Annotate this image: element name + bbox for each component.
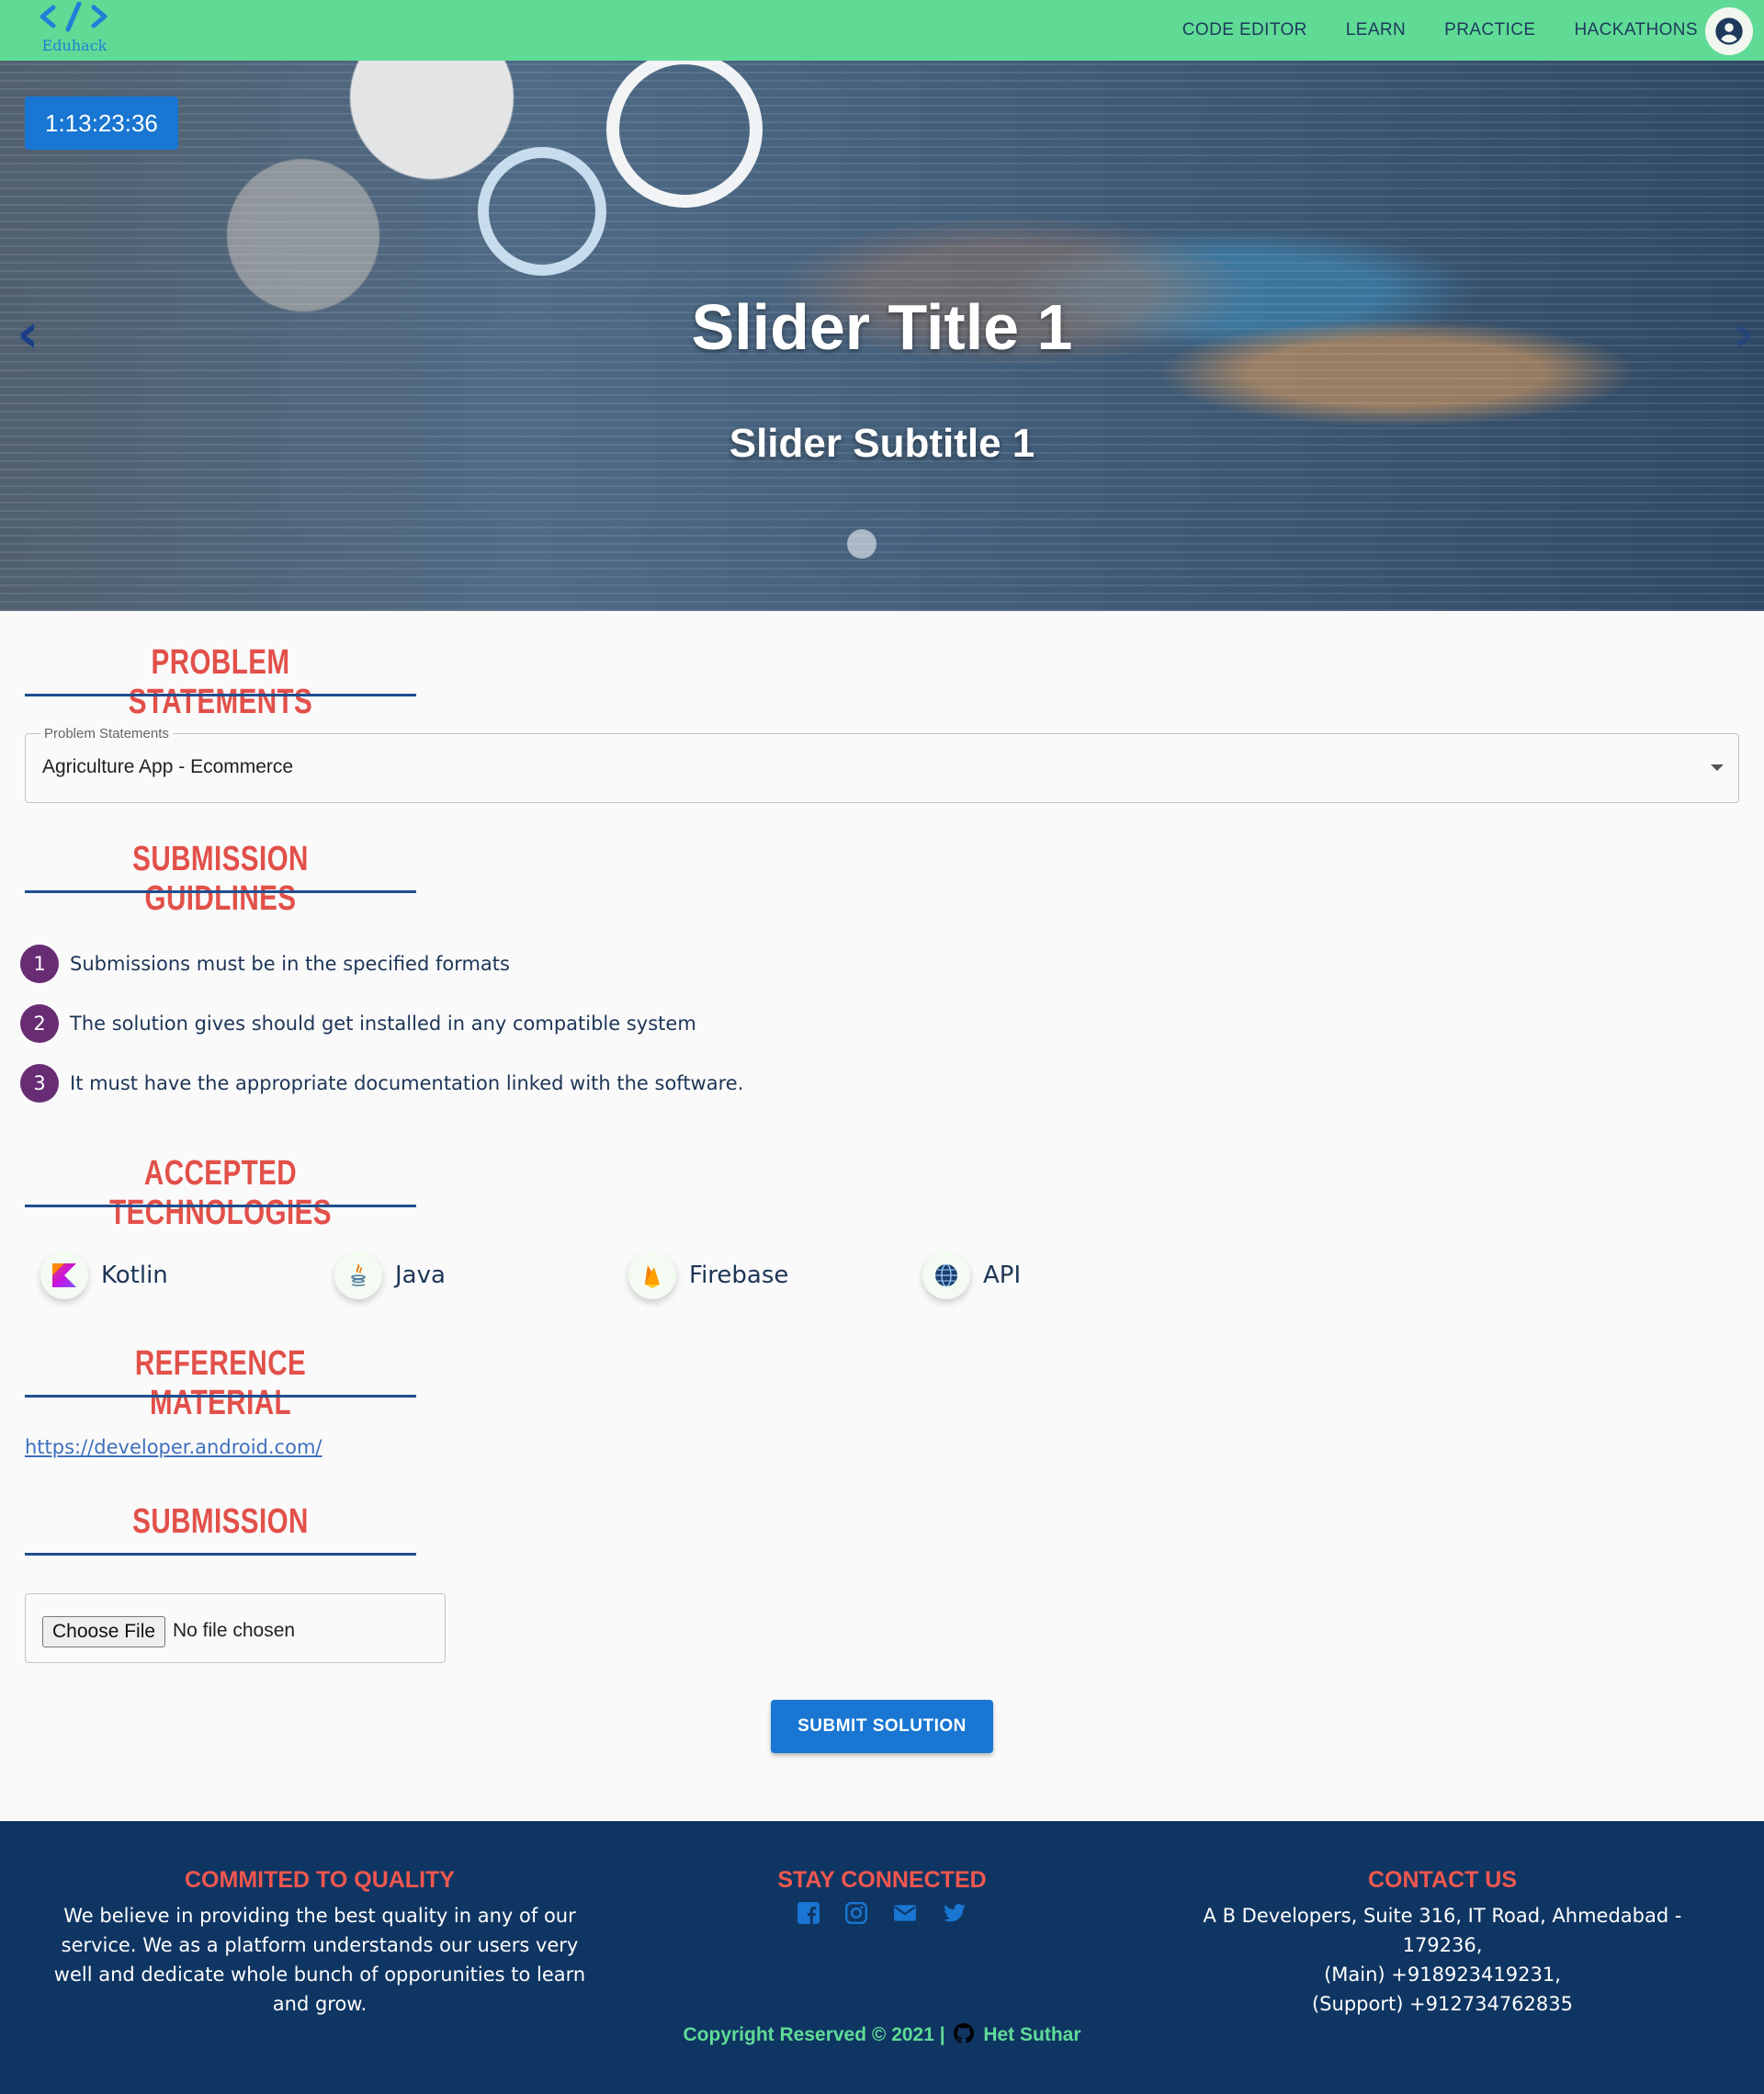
nav-code-editor[interactable]: CODE EDITOR	[1182, 20, 1307, 40]
author-link[interactable]: Het Suthar	[983, 2024, 1080, 2045]
slide-subtitle: Slider Subtitle 1	[729, 421, 1035, 466]
nav-practice[interactable]: PRACTICE	[1444, 20, 1535, 40]
account-button[interactable]	[1705, 7, 1753, 55]
carousel-dot-1[interactable]	[847, 529, 876, 559]
guideline-text: Submissions must be in the specified for…	[70, 953, 510, 975]
problem-statements-heading: PROBLEM STATEMENTS	[128, 643, 313, 721]
footer-text-line: well and dedicate whole bunch of opporun…	[53, 1964, 586, 1986]
guideline-number: 1	[20, 945, 59, 983]
hero-carousel: 1:13:23:36 Slider Title 1 Slider Subtitl…	[0, 61, 1764, 611]
eduhack-logo[interactable]: Eduhack	[37, 2, 112, 57]
footer: COMMITED TO QUALITY We believe in provid…	[0, 1821, 1764, 2094]
globe-icon	[922, 1251, 970, 1299]
tech-chip-java: Java	[334, 1251, 446, 1299]
tech-label: Java	[395, 1262, 446, 1289]
footer-connected-title: STAY CONNECTED	[777, 1867, 987, 1893]
footer-text-line: (Main) +918923419231,	[1324, 1964, 1561, 1986]
guideline-item: 1 Submissions must be in the specified f…	[20, 945, 510, 983]
hero-decoration-ring	[478, 147, 606, 276]
heading-underline	[25, 1553, 416, 1556]
footer-text-line: We believe in providing the best quality…	[63, 1905, 576, 1927]
code-brackets-icon	[40, 2, 107, 32]
submission-guidelines-heading: SUBMISSION GUIDLINES	[132, 840, 309, 918]
countdown-timer: 1:13:23:36	[25, 96, 178, 150]
problem-statement-select[interactable]: Problem Statements Agriculture App - Eco…	[25, 726, 1739, 803]
tech-chip-api: API	[922, 1251, 1021, 1299]
facebook-icon[interactable]	[797, 1901, 820, 1925]
guideline-text: The solution gives should get installed …	[70, 1013, 696, 1035]
navbar: Eduhack CODE EDITOR LEARN PRACTICE HACKA…	[0, 0, 1764, 61]
tech-label: Kotlin	[101, 1262, 168, 1289]
footer-text-line: A B Developers, Suite 316, IT Road, Ahme…	[1203, 1905, 1682, 1927]
footer-text-line: 179236,	[1402, 1934, 1483, 1956]
nav-links: CODE EDITOR LEARN PRACTICE HACKATHONS	[1144, 0, 1698, 61]
select-label: Problem Statements	[40, 726, 173, 741]
tech-chip-kotlin: Kotlin	[40, 1251, 168, 1299]
reference-link[interactable]: https://developer.android.com/	[25, 1436, 322, 1458]
slide-title: Slider Title 1	[691, 291, 1073, 363]
footer-connected: STAY CONNECTED	[698, 1867, 1066, 1925]
footer-contact-text: A B Developers, Suite 316, IT Road, Ahme…	[1167, 1901, 1718, 2019]
caret-down-icon	[1711, 764, 1724, 771]
heading-underline	[25, 890, 416, 893]
copyright-text: Copyright Reserved © 2021 |	[683, 2024, 945, 2045]
choose-file-button[interactable]: Choose File	[42, 1616, 166, 1647]
guideline-number: 2	[20, 1004, 59, 1043]
footer-contact: CONTACT US A B Developers, Suite 316, IT…	[1167, 1867, 1718, 2019]
tech-label: Firebase	[689, 1262, 789, 1289]
heading-underline	[25, 694, 416, 696]
carousel-dots	[847, 529, 928, 559]
mail-icon[interactable]	[892, 1901, 918, 1925]
guideline-item: 2 The solution gives should get installe…	[20, 1004, 696, 1043]
tech-label: API	[983, 1262, 1022, 1289]
chevron-left-icon[interactable]: ‹	[17, 301, 40, 366]
file-upload-field: Choose File No file chosen	[25, 1593, 446, 1663]
footer-text-line: service. We as a platform understands ou…	[61, 1934, 579, 1956]
social-links	[698, 1901, 1066, 1925]
footer-quality-text: We believe in providing the best quality…	[44, 1901, 595, 2019]
java-icon	[334, 1251, 382, 1299]
chevron-right-icon[interactable]: ›	[1732, 301, 1755, 366]
guideline-number: 3	[20, 1064, 59, 1103]
submission-heading: SUBMISSION	[132, 1502, 309, 1541]
guideline-text: It must have the appropriate documentati…	[70, 1072, 744, 1094]
heading-underline	[25, 1205, 416, 1207]
firebase-icon	[628, 1251, 676, 1299]
footer-quality: COMMITED TO QUALITY We believe in provid…	[44, 1867, 595, 2019]
copyright: Copyright Reserved © 2021 | Het Suthar	[0, 2023, 1764, 2046]
footer-text-line: (Support) +912734762835	[1311, 1993, 1573, 2015]
tech-chip-firebase: Firebase	[628, 1251, 788, 1299]
nav-hackathons[interactable]: HACKATHONS	[1574, 20, 1698, 40]
nav-learn[interactable]: LEARN	[1346, 20, 1406, 40]
twitter-icon[interactable]	[942, 1901, 967, 1925]
carousel-dot-2[interactable]	[888, 529, 917, 559]
footer-quality-title: COMMITED TO QUALITY	[185, 1867, 455, 1893]
file-status: No file chosen	[173, 1620, 296, 1641]
account-circle-icon	[1715, 17, 1743, 45]
github-icon[interactable]	[954, 2023, 975, 2043]
footer-contact-title: CONTACT US	[1367, 1867, 1518, 1893]
kotlin-icon	[40, 1251, 88, 1299]
accepted-technologies-heading: ACCEPTED TECHNOLOGIES	[109, 1154, 332, 1232]
heading-underline	[25, 1395, 416, 1398]
instagram-icon[interactable]	[844, 1901, 868, 1925]
guideline-item: 3 It must have the appropriate documenta…	[20, 1064, 743, 1103]
logo-text: Eduhack	[41, 37, 107, 54]
footer-text-line: and grow.	[272, 1993, 368, 2015]
submit-solution-button[interactable]: SUBMIT SOLUTION	[771, 1700, 993, 1753]
select-value: Agriculture App - Ecommerce	[42, 756, 294, 777]
reference-material-heading: REFERENCE MATERIAL	[134, 1344, 307, 1422]
